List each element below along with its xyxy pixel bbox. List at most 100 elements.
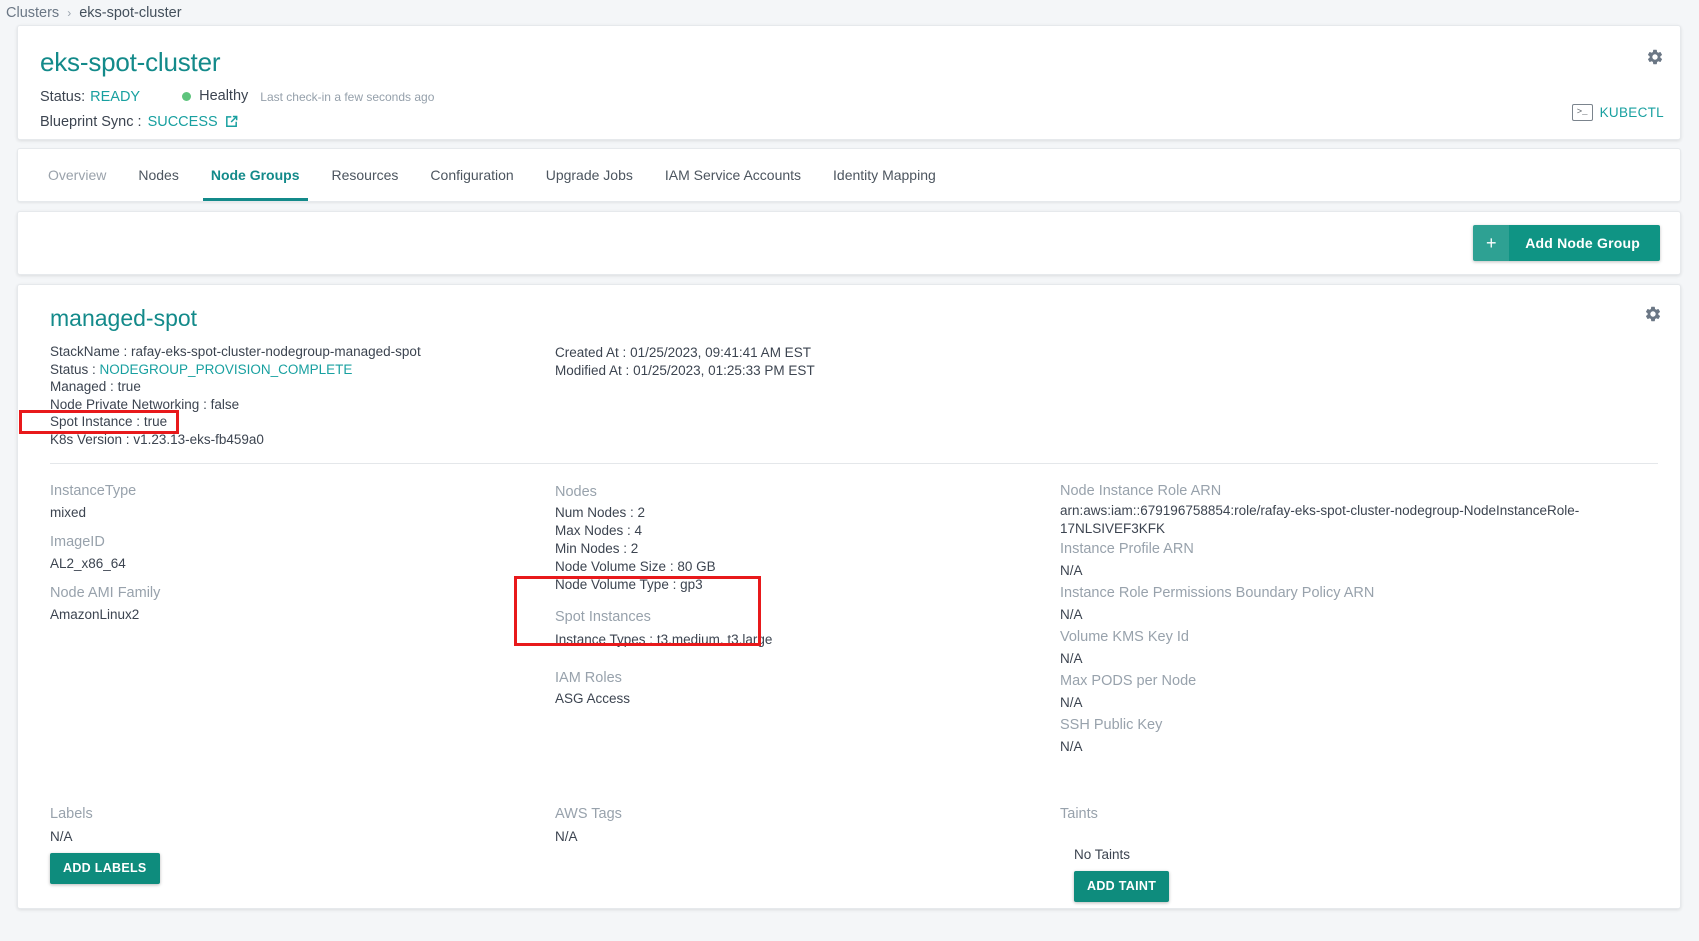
- plus-icon: +: [1473, 225, 1510, 261]
- breadcrumb-separator-icon: ›: [67, 5, 72, 20]
- breadcrumb: Clusters › eks-spot-cluster: [0, 0, 1699, 25]
- terminal-icon: >_: [1571, 104, 1593, 121]
- external-link-icon[interactable]: [224, 114, 239, 129]
- tab-configuration[interactable]: Configuration: [414, 149, 529, 201]
- kv-value: 80 GB: [677, 558, 716, 574]
- kv-key: Min Nodes :: [555, 540, 628, 556]
- field-label: Node Instance Role ARN: [1060, 482, 1222, 499]
- meta-modified-at: Modified At : 01/25/2023, 01:25:33 PM ES…: [555, 362, 815, 380]
- taints-section: Taints No Taints ADD TAINT: [1060, 802, 1658, 902]
- meta-key: Status :: [50, 361, 96, 377]
- kv-value: 2: [637, 504, 646, 520]
- field-node-ami-family: Node AMI Family AmazonLinux2: [50, 582, 555, 626]
- health-indicator: Healthy: [182, 88, 248, 104]
- field-value: N/A: [1060, 694, 1083, 710]
- meta-value: true: [143, 414, 168, 430]
- node-group-bottom-row: Labels N/A ADD LABELS AWS Tags N/A Taint…: [50, 802, 1658, 902]
- field-image-id: ImageID AL2_x86_64: [50, 531, 555, 575]
- node-group-meta: StackName : rafay-eks-spot-cluster-nodeg…: [50, 343, 1658, 449]
- meta-value: false: [210, 396, 240, 412]
- tab-label: Resources: [331, 167, 399, 183]
- tab-identity-mapping[interactable]: Identity Mapping: [817, 149, 952, 201]
- field-label: ImageID: [50, 533, 105, 550]
- field-label: Max PODS per Node: [1060, 672, 1197, 689]
- last-checkin-text: Last check-in a few seconds ago: [260, 89, 435, 104]
- tab-nodes[interactable]: Nodes: [122, 149, 194, 201]
- tab-upgrade-jobs[interactable]: Upgrade Jobs: [530, 149, 649, 201]
- meta-spot-instance: Spot Instance : true: [50, 413, 555, 431]
- meta-stackname: StackName : rafay-eks-spot-cluster-nodeg…: [50, 343, 555, 361]
- meta-key: Created At :: [555, 345, 627, 360]
- cluster-status-row: Status: READY Healthy Last check-in a fe…: [40, 88, 1658, 105]
- field-value: N/A: [1060, 562, 1083, 578]
- kv-node-volume-type: Node Volume Type : gp3: [555, 576, 1060, 594]
- meta-created-at: Created At : 01/25/2023, 09:41:41 AM EST: [555, 344, 815, 362]
- add-taint-button[interactable]: ADD TAINT: [1074, 870, 1170, 902]
- tab-label: Configuration: [430, 167, 514, 183]
- tab-overview[interactable]: Overview: [32, 149, 122, 201]
- node-group-settings-gear-icon[interactable]: [1644, 305, 1662, 323]
- node-group-meta-right: Created At : 01/25/2023, 09:41:41 AM EST…: [555, 343, 815, 449]
- meta-managed: Managed : true: [50, 378, 555, 396]
- field-label: Volume KMS Key Id: [1060, 628, 1189, 645]
- cluster-settings-gear-icon[interactable]: [1646, 48, 1664, 66]
- meta-key: Spot Instance :: [50, 414, 141, 430]
- kv-num-nodes: Num Nodes : 2: [555, 504, 1060, 522]
- kubectl-label: KUBECTL: [1599, 105, 1664, 120]
- node-group-toolbar: + Add Node Group: [17, 211, 1681, 275]
- add-node-group-button[interactable]: + Add Node Group: [1473, 225, 1660, 261]
- meta-key: Modified At :: [555, 362, 630, 378]
- tab-node-groups[interactable]: Node Groups: [195, 149, 316, 201]
- health-dot-icon: [182, 91, 192, 101]
- field-value: mixed: [50, 504, 87, 520]
- tab-resources[interactable]: Resources: [316, 149, 415, 201]
- blueprint-sync-label: Blueprint Sync :: [40, 113, 142, 130]
- health-label: Healthy: [199, 88, 249, 104]
- group-iam-roles: IAM Roles ASG Access: [555, 666, 1060, 708]
- field-label: InstanceType: [50, 482, 137, 499]
- kv-key: Max Nodes :: [555, 522, 631, 538]
- meta-key: Node Private Networking :: [50, 396, 207, 412]
- meta-key: K8s Version :: [50, 431, 130, 447]
- field-value: N/A: [1060, 606, 1083, 622]
- blueprint-sync-value: SUCCESS: [147, 113, 218, 130]
- field-value: N/A: [1060, 650, 1083, 666]
- breadcrumb-clusters[interactable]: Clusters: [6, 5, 59, 21]
- blueprint-sync-row: Blueprint Sync : SUCCESS: [40, 114, 1658, 130]
- node-group-title: managed-spot: [50, 305, 198, 331]
- node-group-meta-left: StackName : rafay-eks-spot-cluster-nodeg…: [50, 343, 555, 449]
- status-value: READY: [90, 88, 141, 105]
- meta-status: Status : NODEGROUP_PROVISION_COMPLETE: [50, 361, 555, 379]
- aws-tags-value: N/A: [555, 828, 578, 844]
- tab-label: Upgrade Jobs: [545, 167, 633, 183]
- field-value: AmazonLinux2: [50, 606, 140, 622]
- field-label: Instance Role Permissions Boundary Polic…: [1060, 584, 1375, 601]
- meta-key: StackName :: [50, 344, 128, 359]
- status-label: Status:: [40, 88, 86, 105]
- detail-column-middle: Nodes Num Nodes : 2 Max Nodes : 4 Min No…: [555, 480, 1060, 758]
- page-title: eks-spot-cluster: [40, 47, 221, 77]
- add-node-group-label: Add Node Group: [1525, 235, 1640, 251]
- tab-label: IAM Service Accounts: [664, 167, 802, 183]
- kubectl-button[interactable]: >_ KUBECTL: [1571, 104, 1664, 121]
- detail-column-left: InstanceType mixed ImageID AL2_x86_64 No…: [50, 480, 555, 758]
- aws-tags-section: AWS Tags N/A: [555, 802, 1060, 902]
- labels-value: N/A: [50, 828, 73, 844]
- meta-value: true: [117, 379, 141, 395]
- group-title: Spot Instances: [555, 608, 651, 625]
- kv-key: Node Volume Type :: [555, 576, 677, 592]
- meta-value: 01/25/2023, 01:25:33 PM EST: [633, 362, 815, 378]
- meta-node-private-networking: Node Private Networking : false: [50, 396, 555, 414]
- tab-label: Overview: [48, 167, 107, 183]
- tab-label: Identity Mapping: [833, 167, 936, 183]
- field-value: arn:aws:iam::679196758854:role/rafay-eks…: [1060, 502, 1580, 536]
- tab-iam-service-accounts[interactable]: IAM Service Accounts: [649, 149, 817, 201]
- field-label: Node AMI Family: [50, 584, 161, 601]
- field-instance-role-permissions-boundary-policy-arn: Instance Role Permissions Boundary Polic…: [1060, 582, 1658, 626]
- kv-value: 2: [630, 540, 639, 556]
- iam-roles-value: ASG Access: [555, 690, 631, 706]
- add-labels-button[interactable]: ADD LABELS: [50, 852, 160, 884]
- kv-value: 4: [634, 522, 643, 538]
- field-instance-profile-arn: Instance Profile ARN N/A: [1060, 538, 1658, 582]
- kv-max-nodes: Max Nodes : 4: [555, 522, 1060, 540]
